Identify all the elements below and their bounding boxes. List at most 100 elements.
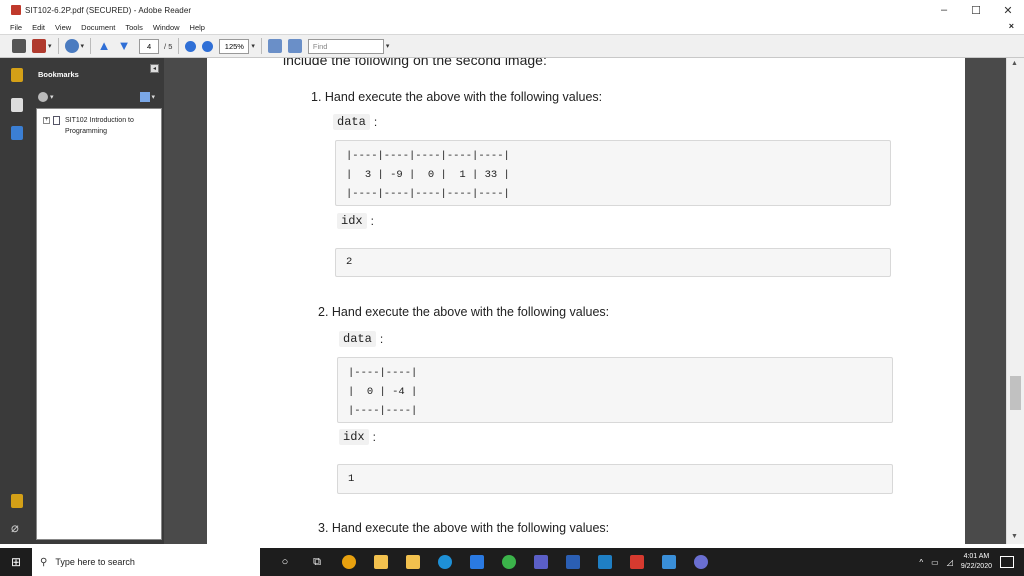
code-data: data [333, 114, 370, 130]
fit-width-icon[interactable] [267, 39, 282, 53]
chevron-down-icon[interactable]: ▾ [152, 93, 156, 101]
mail-icon[interactable] [470, 555, 484, 569]
teams-icon[interactable] [534, 555, 548, 569]
chevron-down-icon[interactable]: ▾ [50, 93, 54, 101]
menu-file[interactable]: File [10, 23, 22, 32]
taskbar-clock[interactable]: 4:01 AM 9/22/2020 [961, 552, 992, 572]
chevron-down-icon[interactable]: ▾ [48, 42, 52, 50]
find-input[interactable]: Find [307, 38, 384, 54]
menu-document[interactable]: Document [81, 23, 115, 32]
minimize-button[interactable]: – [928, 0, 960, 20]
print-icon[interactable] [12, 39, 26, 53]
menu-help[interactable]: Help [190, 23, 205, 32]
task-view-icon[interactable]: ⧉ [310, 556, 324, 569]
bookmark-icon [53, 116, 60, 125]
toolbar-divider [90, 38, 92, 54]
question-2-text: 2. Hand execute the above with the follo… [318, 305, 610, 319]
bookmarks-panel: Bookmarks ◂ ▾ ▾ + SIT102 Introduction to… [32, 58, 164, 544]
previous-page-icon[interactable]: ▲ [97, 39, 111, 53]
next-page-icon[interactable]: ▼ [117, 39, 131, 53]
chevron-down-icon[interactable]: ▾ [81, 42, 85, 50]
pdf-app-icon [11, 5, 21, 15]
toolbar-divider [178, 38, 180, 54]
windows-taskbar: ⊞ ⚲ Type here to search ○ ⧉ ^ ▭ ◿ 4:01 A… [0, 548, 1024, 576]
page-total: / 5 [164, 41, 173, 51]
bookmark-item[interactable]: + SIT102 Introduction to Programming [43, 115, 155, 137]
adobe-reader-window: SIT102-6.2P.pdf (SECURED) - Adobe Reader… [0, 0, 1024, 576]
zoom-in-icon[interactable] [202, 40, 214, 52]
store-icon[interactable] [406, 555, 420, 569]
colon: : [373, 115, 378, 129]
close-button[interactable]: ✕ [992, 0, 1024, 20]
question-3-text: 3. Hand execute the above with the follo… [318, 521, 610, 535]
new-bookmark-icon[interactable] [139, 92, 150, 102]
chevron-down-icon[interactable]: ▾ [251, 42, 255, 50]
question-1-data-label: data : [333, 114, 377, 130]
panel-splitter[interactable] [164, 58, 207, 544]
bookmarks-icon[interactable] [11, 126, 23, 140]
chevron-up-icon[interactable]: ^ [919, 558, 923, 567]
toolbar: ▾ ▾ ▲ ▼ 4 / 5 125% ▾ Find ▾ [0, 34, 1024, 58]
clock-date: 9/22/2020 [960, 563, 992, 570]
code-idx: idx [339, 429, 369, 445]
taskbar-search[interactable]: ⚲ Type here to search [32, 548, 260, 576]
vertical-scrollbar[interactable]: ▲ ▼ [1006, 58, 1024, 544]
create-pdf-icon[interactable] [32, 39, 46, 53]
menu-window[interactable]: Window [153, 23, 180, 32]
menu-bar: File Edit View Document Tools Window Hel… [0, 20, 1024, 34]
scroll-up-icon[interactable]: ▲ [1011, 60, 1018, 67]
scroll-down-icon[interactable]: ▼ [1011, 533, 1018, 540]
colon: : [372, 430, 376, 444]
page-number-input[interactable]: 4 [139, 38, 160, 54]
document-page: include the following on the second imag… [207, 58, 965, 544]
acrobat-icon[interactable] [630, 555, 644, 569]
notification-icon[interactable] [1000, 556, 1014, 568]
collaborate-icon[interactable] [64, 39, 79, 53]
menu-tools[interactable]: Tools [125, 23, 143, 32]
scrollbar-thumb[interactable] [1010, 376, 1021, 410]
options-icon[interactable] [38, 92, 48, 102]
question-1-idx-label: idx : [337, 213, 374, 229]
menu-edit[interactable]: Edit [32, 23, 45, 32]
bookmarks-tree: + SIT102 Introduction to Programming [36, 108, 162, 540]
whatsapp-icon[interactable] [502, 555, 516, 569]
navigation-pane-strip: ⌀ [0, 58, 32, 544]
pages-icon[interactable] [11, 98, 23, 112]
cortana-icon[interactable]: ○ [278, 556, 292, 568]
comments-icon[interactable] [11, 494, 23, 508]
bookmark-label[interactable]: SIT102 Introduction to Programming [65, 115, 155, 137]
expand-icon[interactable]: + [43, 117, 50, 124]
zoom-out-icon[interactable] [185, 40, 197, 52]
word-icon[interactable] [566, 555, 580, 569]
document-margin [965, 58, 1006, 544]
question-2-idx-label: idx : [339, 429, 376, 445]
title-bar: SIT102-6.2P.pdf (SECURED) - Adobe Reader… [0, 0, 1024, 20]
toolbar-divider [57, 38, 59, 54]
clock-time: 4:01 AM [963, 553, 990, 560]
partial-text-line: include the following on the second imag… [283, 58, 547, 68]
toolbar-divider [260, 38, 262, 54]
close-document-button[interactable]: × [1009, 21, 1014, 31]
system-tray: ^ ▭ ◿ 4:01 AM 9/22/2020 [919, 548, 1024, 576]
app-icon[interactable] [662, 555, 676, 569]
collapse-panel-button[interactable]: ◂ [150, 64, 159, 73]
app-icon[interactable] [694, 555, 708, 569]
windows-start-icon[interactable]: ⊞ [0, 548, 32, 576]
lock-icon[interactable] [11, 68, 23, 82]
menu-view[interactable]: View [55, 23, 71, 32]
code-idx: idx [337, 213, 367, 229]
wifi-icon[interactable]: ◿ [947, 558, 953, 567]
zoom-level-select[interactable]: 125% [219, 38, 250, 54]
attachment-icon[interactable]: ⌀ [11, 520, 23, 535]
chrome-icon[interactable] [342, 555, 356, 569]
edge-icon[interactable] [438, 555, 452, 569]
maximize-button[interactable]: ☐ [960, 0, 992, 20]
question-1-data-table: |----|----|----|----|----| | 3 | -9 | 0 … [335, 140, 891, 206]
bookmarks-toolbar: ▾ ▾ [32, 90, 164, 104]
fit-page-icon[interactable] [287, 39, 302, 53]
chevron-down-icon[interactable]: ▾ [386, 42, 390, 50]
colon: : [370, 214, 374, 228]
file-explorer-icon[interactable] [374, 555, 388, 569]
photos-icon[interactable] [598, 555, 612, 569]
battery-icon[interactable]: ▭ [931, 558, 939, 567]
